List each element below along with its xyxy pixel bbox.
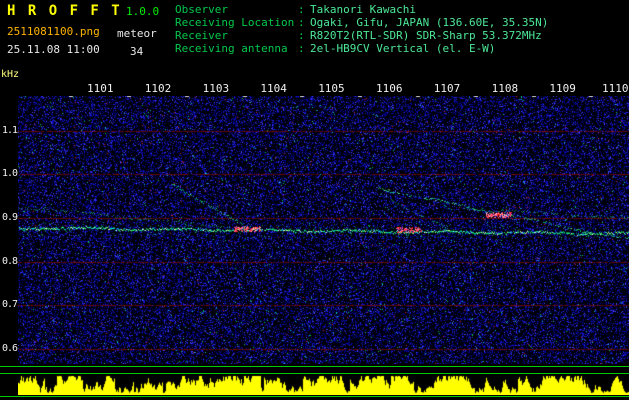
info-row: Receiving antenna:2el-HB9CV Vertical (el… (175, 42, 548, 55)
time-tick-label: 1109 (549, 82, 576, 95)
frequency-axis: 1.1 1.0 0.9 0.8 0.7 0.6 (0, 96, 18, 364)
info-value: Takanori Kawachi (310, 3, 416, 16)
khz-axis-label: kHz (1, 69, 20, 80)
separator-line-bottom (0, 396, 629, 397)
time-tick-label: 1102 (144, 82, 172, 95)
observation-datetime: 25.11.08 11:00 (7, 43, 100, 56)
info-value: R820T2(RTL-SDR) SDR-Sharp 53.372MHz (310, 29, 542, 42)
time-tick-label: 1108 (491, 82, 519, 95)
info-colon: : (298, 3, 305, 16)
frequency-tick-label: 0.7 (1, 299, 18, 310)
frequency-tick-label: 0.6 (1, 343, 18, 354)
info-colon: : (298, 29, 305, 42)
frequency-tick-label: 0.9 (1, 212, 18, 223)
info-label: Receiver (175, 29, 228, 42)
observation-info: Observer: Takanori Kawachi Receiving Locat… (175, 3, 548, 55)
info-row: Observer: Takanori Kawachi (175, 3, 548, 16)
time-tick-label: 1101 (87, 82, 114, 95)
info-value: Ogaki, Gifu, JAPAN (136.60E, 35.35N) (310, 16, 549, 29)
output-filename: 2511081100.png (7, 25, 100, 38)
spectrogram-canvas (18, 96, 629, 364)
separator-line-top (0, 366, 629, 367)
mode-label: meteor (117, 27, 157, 40)
time-tick-label: 1104 (260, 82, 287, 95)
time-tick-label: 1106 (376, 82, 403, 95)
info-row: Receiving Location: Ogaki, Gifu, JAPAN (1… (175, 16, 548, 29)
hrofft-window: H R O F F T 1.0.0 2511081100.png meteor … (0, 0, 629, 400)
info-label: Receiving antenna (175, 42, 288, 55)
time-axis: 1101 1102 1103 1104 1105 1106 1107 1108 1109 1110 (18, 82, 629, 95)
info-row: Receiver: R820T2(RTL-SDR) SDR-Sharp 53.37… (175, 29, 548, 42)
time-tick-label: 1103 (202, 82, 230, 95)
frequency-tick-label: 0.8 (1, 256, 18, 267)
info-colon: : (298, 16, 305, 29)
frequency-tick-label: 1.0 (1, 168, 18, 179)
signal-level-strip-canvas (18, 375, 629, 395)
time-tick-label: 1105 (318, 82, 345, 95)
app-title: H R O F F T (7, 3, 122, 19)
time-tick-label: 1107 (433, 82, 461, 95)
echo-count: 34 (130, 45, 144, 58)
time-tick-label: 1110 (602, 82, 629, 95)
separator-line-mid (0, 373, 629, 374)
info-value: 2el-HB9CV Vertical (el. E-W) (310, 42, 496, 55)
frequency-tick-label: 1.1 (1, 125, 18, 136)
info-label: Observer (175, 3, 228, 16)
info-colon: : (298, 42, 305, 55)
app-version: 1.0.0 (126, 5, 160, 18)
info-label: Receiving Location (175, 16, 295, 29)
